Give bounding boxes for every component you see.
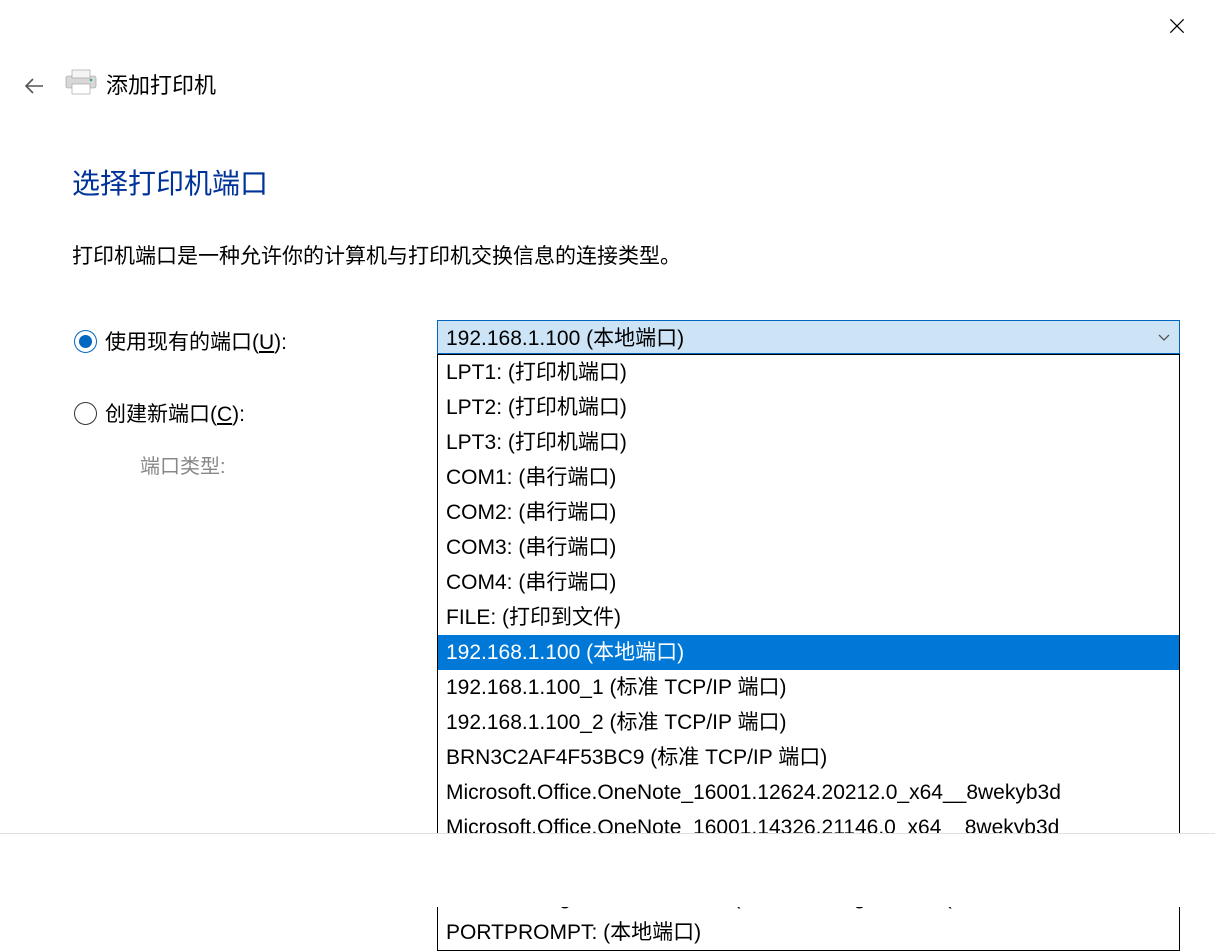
radio-label-existing: 使用现有的端口(U): <box>105 326 287 356</box>
page-description: 打印机端口是一种允许你的计算机与打印机交换信息的连接类型。 <box>72 240 681 270</box>
wizard-header-title: 添加打印机 <box>106 68 216 100</box>
printer-icon <box>64 68 98 96</box>
dropdown-item[interactable]: LPT3: (打印机端口) <box>438 425 1179 460</box>
dropdown-item[interactable]: LPT1: (打印机端口) <box>438 355 1179 390</box>
port-radio-group: 使用现有的端口(U): 创建新端口(C): <box>74 326 287 470</box>
radio-label-create: 创建新端口(C): <box>105 398 245 428</box>
back-arrow-icon <box>22 74 46 98</box>
combobox-value: 192.168.1.100 (本地端口) <box>446 322 1157 352</box>
dropdown-item[interactable]: 192.168.1.100_1 (标准 TCP/IP 端口) <box>438 670 1179 705</box>
radio-use-existing-port[interactable]: 使用现有的端口(U): <box>74 326 287 356</box>
close-icon <box>1167 16 1187 36</box>
dropdown-item[interactable]: 192.168.1.100 (本地端口) <box>438 635 1179 670</box>
dropdown-item[interactable]: COM2: (串行端口) <box>438 495 1179 530</box>
dropdown-item[interactable]: COM4: (串行端口) <box>438 565 1179 600</box>
dropdown-item[interactable]: BRN3C2AF4F53BC9 (标准 TCP/IP 端口) <box>438 740 1179 775</box>
dropdown-item[interactable]: PORTPROMPT: (本地端口) <box>438 915 1179 950</box>
back-button[interactable] <box>18 70 50 102</box>
radio-indicator-unselected <box>74 402 97 425</box>
existing-port-combobox[interactable]: 192.168.1.100 (本地端口) <box>437 320 1180 354</box>
chevron-down-icon <box>1157 330 1171 344</box>
close-button[interactable] <box>1163 12 1191 40</box>
dropdown-item[interactable]: 192.168.1.100_2 (标准 TCP/IP 端口) <box>438 705 1179 740</box>
dropdown-item[interactable]: LPT2: (打印机端口) <box>438 390 1179 425</box>
radio-create-new-port[interactable]: 创建新端口(C): <box>74 398 287 428</box>
dropdown-item[interactable]: COM1: (串行端口) <box>438 460 1179 495</box>
wizard-footer <box>0 833 1215 907</box>
dropdown-item[interactable]: FILE: (打印到文件) <box>438 600 1179 635</box>
page-title: 选择打印机端口 <box>72 162 268 202</box>
dropdown-item[interactable]: Microsoft.Office.OneNote_16001.12624.202… <box>438 775 1179 810</box>
port-type-label: 端口类型: <box>140 450 226 479</box>
radio-indicator-selected <box>74 330 97 353</box>
dropdown-item[interactable]: COM3: (串行端口) <box>438 530 1179 565</box>
